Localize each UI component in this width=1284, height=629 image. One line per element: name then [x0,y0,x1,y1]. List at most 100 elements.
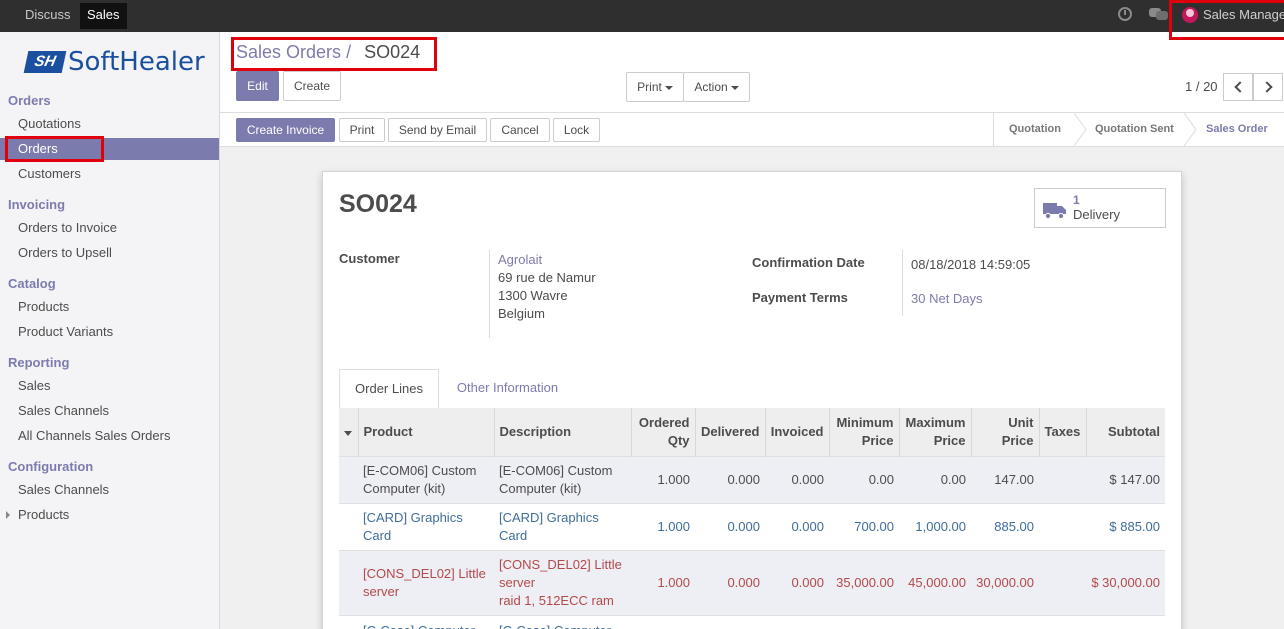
cell-max-price: 1,000.00 [899,502,971,550]
sidebar-item-product-variants[interactable]: Product Variants [0,321,219,343]
sidebar-item-all-channels-sales-orders[interactable]: All Channels Sales Orders [0,425,219,447]
cell-invoiced: 0.000 [765,502,829,550]
section-reporting: Reporting [8,355,70,370]
table-row[interactable]: [E-COM06] Custom Computer (kit) [E-COM06… [339,455,1165,503]
cell-unit-price: 147.00 [971,455,1039,503]
form-statusbar: Create Invoice Print Send by Email Cance… [220,112,1284,147]
customer-address-block: Agrolait 69 rue de Namur 1300 Wavre Belg… [498,251,596,323]
stage-quotation[interactable]: Quotation [1009,113,1061,146]
action-dropdown[interactable]: Action [683,72,750,102]
column-header-delivered[interactable]: Delivered [695,408,766,456]
section-invoicing: Invoicing [8,197,66,212]
top-navbar: Discuss Sales Sales Manager [0,0,1284,40]
action-dropdown-label: Action [694,80,728,94]
cell-product: [CARD] Graphics Card [358,502,494,550]
field-separator [489,250,490,338]
pager-next-button[interactable] [1253,73,1283,101]
cell-description: [CONS_DEL02] Little server raid 1, 512EC… [494,549,631,615]
stage-arrow-icon [1073,113,1087,146]
user-highlight-box [1169,0,1284,40]
cell-description: [CARD] Graphics Card [494,502,631,550]
lock-button[interactable]: Lock [553,118,600,142]
print-button[interactable]: Print [339,118,385,142]
breadcrumb-highlight-box [231,37,437,71]
sidebar-item-sales[interactable]: Sales [0,375,219,397]
cell-max-price: 0.00 [899,455,971,503]
chevron-right-icon [1261,81,1273,93]
field-separator [902,250,903,316]
cell-taxes [1039,502,1086,550]
edit-button[interactable]: Edit [236,71,279,101]
customer-link[interactable]: Agrolait [498,251,596,269]
payment-terms-link[interactable]: 30 Net Days [911,290,983,308]
caret-down-icon [344,430,353,436]
table-row[interactable]: [CONS_DEL02] Little server [CONS_DEL02] … [339,549,1165,615]
sort-column-header[interactable] [339,408,359,456]
sidebar-item-orders-to-invoice[interactable]: Orders to Invoice [0,217,219,239]
section-configuration: Configuration [8,459,94,474]
sidebar-item-config-products[interactable]: Products [0,504,219,526]
tab-other-information[interactable]: Other Information [449,369,566,409]
tab-order-lines[interactable]: Order Lines [339,369,439,409]
column-header-subtotal[interactable]: Subtotal [1086,408,1165,456]
send-by-email-button[interactable]: Send by Email [388,118,487,142]
delivery-smart-button[interactable]: 1 Delivery [1034,188,1166,228]
address-line: 69 rue de Namur [498,270,596,285]
orders-highlight-box [5,136,104,162]
column-header-maximum-price[interactable]: Maximum Price [899,408,972,456]
table-row[interactable]: [C-Case] Computer [C-Case] Computer [339,614,1165,629]
menu-discuss[interactable]: Discuss [25,0,71,32]
sidebar-item-sales-channels[interactable]: Sales Channels [0,400,219,422]
section-orders: Orders [8,93,51,108]
cancel-button[interactable]: Cancel [490,118,550,142]
table-row[interactable]: [CARD] Graphics Card [CARD] Graphics Car… [339,502,1165,550]
sidebar-item-quotations[interactable]: Quotations [0,113,219,135]
cell-min-price: 700.00 [829,502,899,550]
cell-taxes [1039,455,1086,503]
section-catalog: Catalog [8,276,56,291]
print-dropdown-label: Print [637,80,662,94]
cell-description: [C-Case] Computer [494,614,631,629]
column-header-ordered-qty[interactable]: Ordered Qty [631,408,696,456]
expand-caret-icon [6,511,10,519]
stage-divider [993,113,994,146]
column-header-unit-price[interactable]: Unit Price [971,408,1040,456]
cell-subtotal: $ 885.00 [1086,502,1165,550]
table-header-row: Product Description Ordered Qty Delivere… [339,408,1165,456]
pager-value[interactable]: 1 / 20 [1185,79,1218,94]
confirmation-date-label: Confirmation Date [752,255,865,270]
activity-clock-icon[interactable] [1118,7,1132,21]
cell-delivered: 0.000 [695,455,765,503]
sidebar-item-orders-to-upsell[interactable]: Orders to Upsell [0,242,219,264]
order-name-title: SO024 [339,190,417,218]
caret-down-icon [664,85,673,90]
create-invoice-button[interactable]: Create Invoice [236,118,335,142]
cell-unit-price: 885.00 [971,502,1039,550]
cell-min-price: 35,000.00 [829,549,899,615]
stage-quotation-sent[interactable]: Quotation Sent [1095,113,1174,146]
cell-unit-price: 30,000.00 [971,549,1039,615]
cell-qty: 1.000 [631,549,695,615]
messages-icon[interactable] [1149,8,1169,22]
sidebar-item-customers[interactable]: Customers [0,163,219,185]
sidebar-item-products[interactable]: Products [0,296,219,318]
sidebar-item-config-sales-channels[interactable]: Sales Channels [0,479,219,501]
print-dropdown[interactable]: Print [626,72,684,102]
softhealer-logo: SH SoftHealer [23,47,205,77]
stage-arrow-icon [1183,113,1197,146]
create-button[interactable]: Create [283,71,341,101]
column-header-taxes[interactable]: Taxes [1039,408,1087,456]
column-header-description[interactable]: Description [494,408,632,456]
column-header-invoiced[interactable]: Invoiced [765,408,830,456]
cell-min-price: 0.00 [829,455,899,503]
cell-qty: 1.000 [631,455,695,503]
column-header-minimum-price[interactable]: Minimum Price [829,408,900,456]
caret-down-icon [730,85,739,90]
column-header-product[interactable]: Product [358,408,495,456]
menu-sales[interactable]: Sales [80,3,127,29]
cell-subtotal: $ 30,000.00 [1086,549,1165,615]
pager-previous-button[interactable] [1223,73,1253,101]
customer-label: Customer [339,251,400,266]
stage-sales-order: Sales Order [1206,123,1268,135]
cell-delivered: 0.000 [695,549,765,615]
